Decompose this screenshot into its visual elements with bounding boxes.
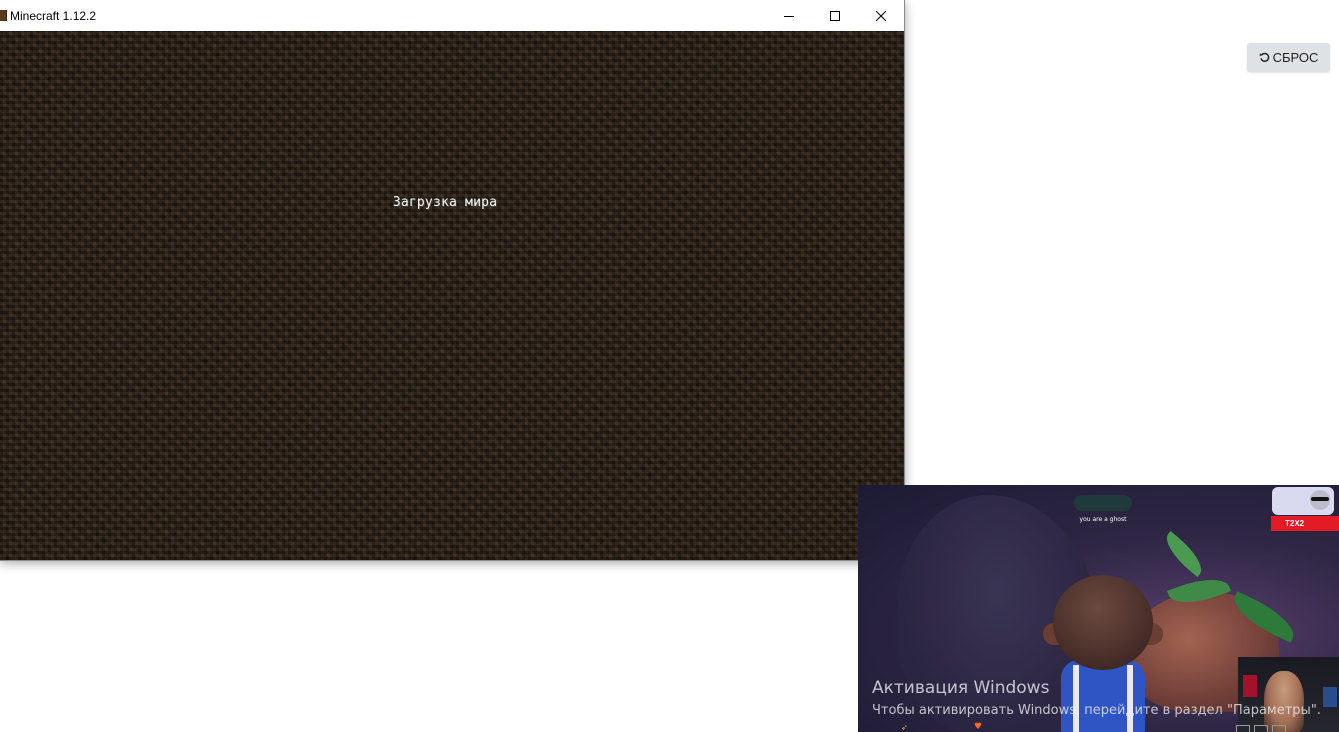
reset-button[interactable]: СБРОС <box>1247 43 1330 72</box>
hotbar-slot <box>1272 725 1286 732</box>
minimize-icon <box>784 11 794 21</box>
reset-button-label: СБРОС <box>1272 50 1319 65</box>
activation-subtitle: Чтобы активировать Windows, перейдите в … <box>872 703 1321 718</box>
window-controls <box>766 0 904 31</box>
activation-title: Активация Windows <box>872 678 1050 698</box>
character-head <box>1053 575 1153 670</box>
hotbar-slot <box>1254 725 1268 732</box>
minimize-button[interactable] <box>766 0 812 31</box>
close-icon <box>876 10 886 21</box>
close-button[interactable] <box>858 0 904 31</box>
game-viewport[interactable]: Загрузка мира <box>0 31 904 560</box>
donation-widget <box>1272 487 1334 515</box>
maximize-icon <box>830 10 840 21</box>
hotbar <box>1236 725 1286 732</box>
leaf-scenery <box>1159 531 1209 577</box>
heart-icon: ♥ <box>974 722 983 732</box>
windows-activation-watermark: Активация Windows Чтобы активировать Win… <box>872 676 1332 722</box>
title-bar[interactable]: Minecraft 1.12.2 <box>0 0 904 31</box>
feather-icon: ➶ <box>901 723 908 732</box>
npc-name-tag <box>1074 495 1132 511</box>
window-title: Minecraft 1.12.2 <box>10 8 97 23</box>
maximize-button[interactable] <box>812 0 858 31</box>
hotbar-slot <box>1236 725 1250 732</box>
minecraft-window: Minecraft 1.12.2 Загрузка мира <box>0 0 905 561</box>
minecraft-icon <box>0 10 7 21</box>
undo-icon <box>1259 52 1270 63</box>
loading-world-text: Загрузка мира <box>392 195 498 210</box>
npc-dialog-line: you are a ghost <box>1079 516 1127 523</box>
sunglasses-icon <box>1311 497 1329 501</box>
channel-badge: T2X2 <box>1271 516 1339 531</box>
